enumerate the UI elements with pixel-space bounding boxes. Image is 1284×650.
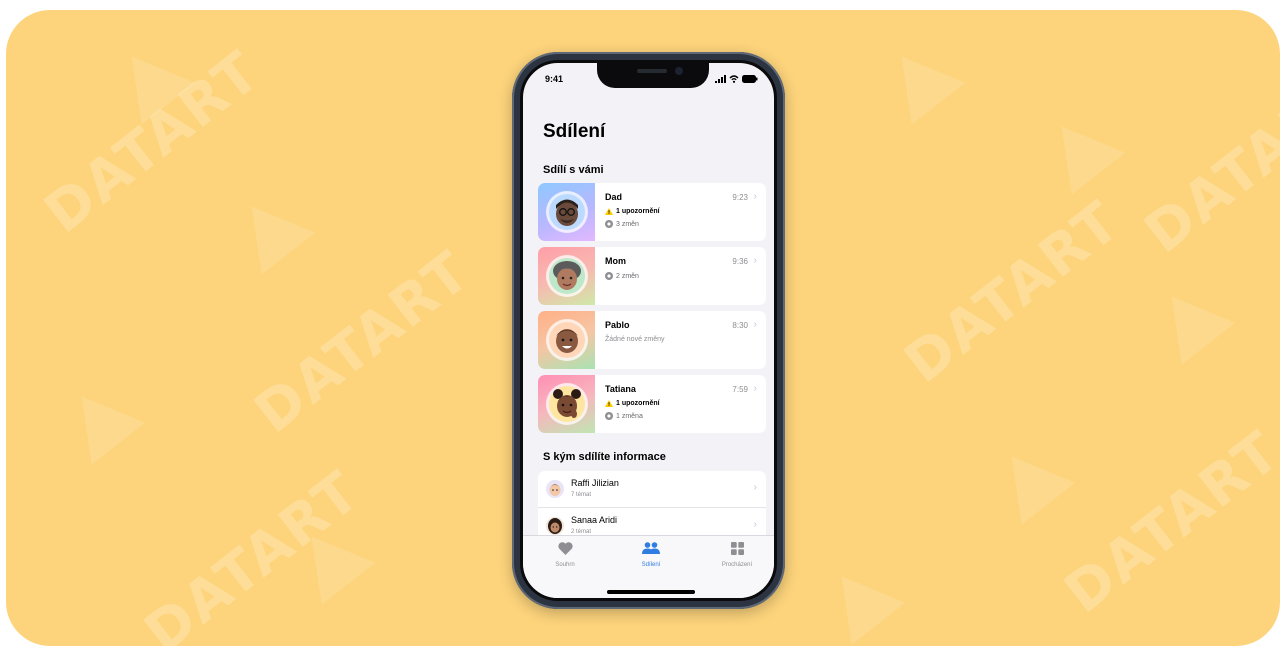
watermark-shape [224,185,316,275]
you-share-with-list: Raffi Jilizian 7 témat › Sanaa Aridi 2 t… [538,471,766,543]
alert-text: 1 upozornění [616,208,660,215]
grid-icon [730,542,744,555]
watermark-shape [1034,105,1126,195]
avatar-tile [538,183,595,241]
page-title: Sdílení [543,121,606,142]
chevron-right-icon: › [753,383,757,394]
warning-icon [605,208,613,215]
alert-line: 1 upozornění [605,208,660,215]
watermark-logo: DATART [1132,58,1280,267]
chevron-right-icon: › [753,519,757,530]
watermark-shape [814,555,906,645]
iphone-frame: 9:41 Sdílení Sdílí s vámi Dad 9:23 › 1 u… [512,52,785,609]
changes-text: 3 změn [616,220,639,228]
person-name: Sanaa Aridi [571,515,618,525]
signal-icon [715,75,726,83]
card-name: Dad [605,192,623,202]
changes-text: 2 změn [616,272,639,280]
tab-bar: Souhrn Sdílení Procházení [523,535,774,598]
person-name: Raffi Jilizian [571,478,619,488]
heart-icon [557,542,573,555]
tab-label: Procházení [721,562,753,568]
notch [597,63,709,88]
memoji-dad-icon [549,194,585,230]
status-icons [715,75,758,83]
status-time: 9:41 [545,74,564,84]
watermark-logo: DATART [1052,418,1280,627]
shared-card-mom[interactable]: Mom 9:36 › 2 změn [538,247,766,305]
section-title-you-share-with: S kým sdílíte informace [543,451,666,463]
no-changes-text: Žádné nové změny [605,336,665,343]
update-icon [605,220,613,228]
tab-summary[interactable]: Souhrn [535,542,595,568]
alert-text: 1 upozornění [616,400,660,407]
tab-label: Sdílení [641,562,661,568]
avatar-tile [538,247,595,305]
tab-sharing[interactable]: Sdílení [621,542,681,568]
avatar [546,255,588,297]
memoji-tatiana-icon [549,386,585,422]
watermark-shape [54,375,146,465]
no-changes-line: Žádné nové změny [605,336,665,343]
update-icon [605,412,613,420]
chevron-right-icon: › [753,319,757,330]
alert-line: 1 upozornění [605,400,660,407]
topic-count: 7 témat [571,492,592,498]
memoji-raffi-icon [549,484,561,496]
chevron-right-icon: › [753,255,757,266]
avatar-tile [538,375,595,433]
avatar [546,383,588,425]
memoji-mom-icon [549,258,585,294]
shared-with-you-list: Dad 9:23 › 1 upozornění 3 změn Mom 9:36 … [538,183,766,439]
avatar [546,517,564,535]
changes-text: 1 změna [616,412,643,420]
card-name: Tatiana [605,384,636,394]
chevron-right-icon: › [753,482,757,493]
phone-screen: 9:41 Sdílení Sdílí s vámi Dad 9:23 › 1 u… [520,60,777,601]
avatar [546,319,588,361]
wifi-icon [729,75,739,83]
watermark-logo: DATART [892,188,1133,397]
card-time: 9:36 [732,257,748,266]
card-name: Mom [605,256,626,266]
section-title-shared-with-you: Sdílí s vámi [543,164,604,176]
battery-icon [742,75,758,83]
front-camera [675,67,683,75]
watermark-shape [1144,275,1236,365]
update-icon [605,272,613,280]
avatar-tile [538,311,595,369]
memoji-sanaa-icon [548,518,562,534]
avatar [546,191,588,233]
changes-line: 2 změn [605,272,639,280]
watermark-logo: DATART [242,238,483,447]
share-row-raffi[interactable]: Raffi Jilizian 7 témat › [538,471,766,507]
warning-icon [605,400,613,407]
watermark-shape [984,435,1076,525]
tab-browse[interactable]: Procházení [707,542,767,568]
card-time: 7:59 [732,385,748,394]
card-time: 9:23 [732,193,748,202]
chevron-right-icon: › [753,191,757,202]
avatar [546,480,564,498]
home-indicator[interactable] [607,590,695,594]
watermark-shape [874,35,966,125]
memoji-pablo-icon [549,322,585,358]
card-name: Pablo [605,320,630,330]
shared-card-dad[interactable]: Dad 9:23 › 1 upozornění 3 změn [538,183,766,241]
tab-label: Souhrn [555,562,575,568]
speaker [637,69,667,73]
shared-card-tatiana[interactable]: Tatiana 7:59 › 1 upozornění 1 změna [538,375,766,433]
shared-card-pablo[interactable]: Pablo 8:30 › Žádné nové změny [538,311,766,369]
people-icon [642,542,660,554]
card-time: 8:30 [732,321,748,330]
changes-line: 1 změna [605,412,643,420]
changes-line: 3 změn [605,220,639,228]
